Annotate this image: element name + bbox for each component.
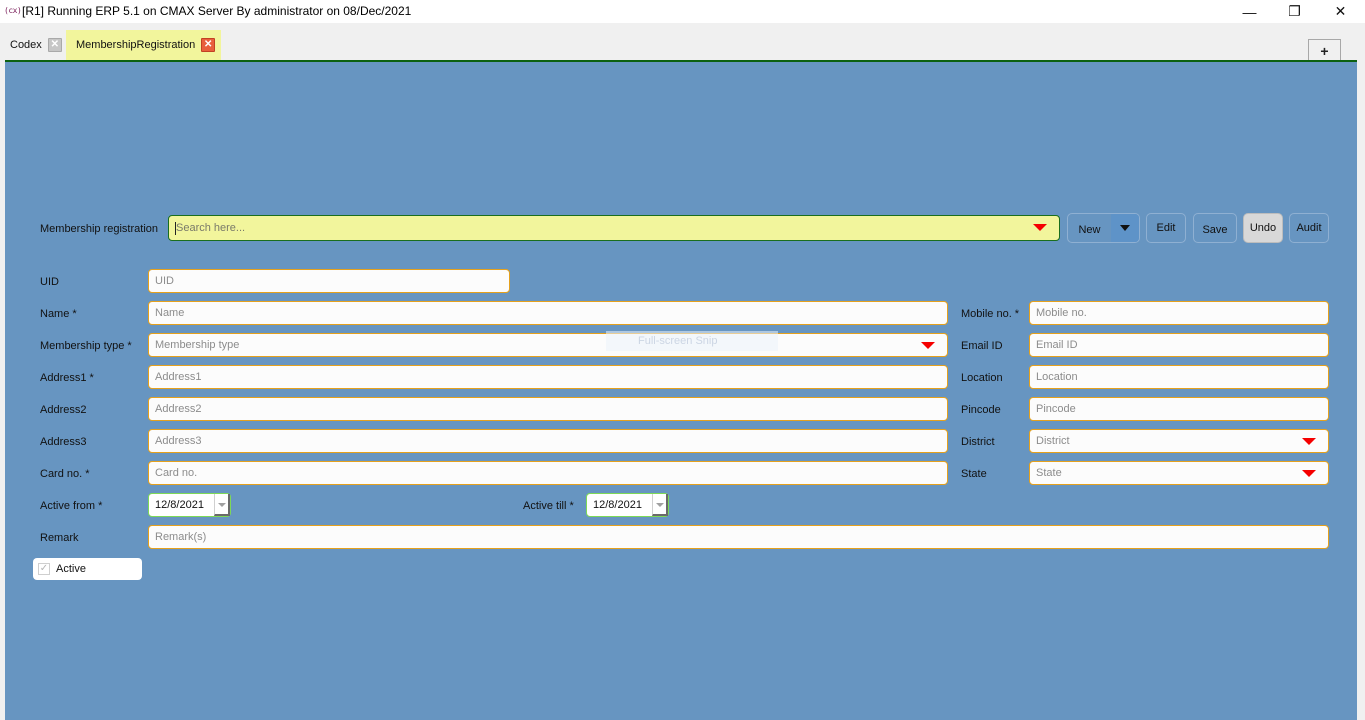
close-icon[interactable]: ✕ [201,38,216,52]
active-from-date-picker[interactable]: 12/8/2021 [148,493,231,517]
address3-input[interactable]: Address3 [148,429,948,453]
remark-input[interactable]: Remark(s) [148,525,1329,549]
active-till-value: 12/8/2021 [593,499,642,511]
minimize-button[interactable]: — [1227,0,1272,23]
app-icon: (cx) [4,6,22,15]
active-checkbox[interactable]: ✓ Active [33,558,142,580]
district-placeholder: District [1036,435,1070,447]
address1-input[interactable]: Address1 [148,365,948,389]
name-input[interactable]: Name [148,301,948,325]
mobile-no-placeholder: Mobile no. [1036,307,1087,319]
date-dropdown-button[interactable] [652,494,668,516]
location-label: Location [961,372,1003,384]
dropdown-caret-icon[interactable] [921,342,935,349]
membership-type-placeholder: Membership type [155,339,240,351]
active-from-value: 12/8/2021 [155,499,204,511]
uid-label: UID [40,276,59,288]
remark-label: Remark [40,532,79,544]
name-placeholder: Name [155,307,185,319]
uid-input[interactable]: UID [148,269,510,293]
address2-placeholder: Address2 [155,403,202,415]
address1-placeholder: Address1 [155,371,202,383]
name-label: Name * [40,308,77,320]
state-label: State [961,468,987,480]
restore-icon: ❐ [1288,3,1301,19]
tab-membership-registration[interactable]: MembershipRegistration ✕ [66,30,222,60]
snip-label: Full-screen Snip [638,335,718,347]
plus-icon: + [1320,42,1329,59]
restore-button[interactable]: ❐ [1272,0,1317,23]
new-dropdown-button[interactable] [1111,214,1139,242]
undo-button[interactable]: Undo [1243,213,1283,243]
card-no-input[interactable]: Card no. [148,461,948,485]
pincode-placeholder: Pincode [1036,403,1076,415]
pincode-label: Pincode [961,404,1001,416]
active-from-label: Active from * [40,500,103,512]
email-id-label: Email ID [961,340,1003,352]
dropdown-caret-icon[interactable] [1302,438,1316,445]
close-icon: ✕ [1334,3,1347,19]
chevron-down-icon [218,503,226,507]
new-label: New [1078,223,1101,236]
undo-label: Undo [1249,222,1277,234]
close-window-button[interactable]: ✕ [1318,0,1363,23]
state-placeholder: State [1036,467,1062,479]
address1-label: Address1 * [40,372,94,384]
title-bar: (cx) [R1] Running ERP 5.1 on CMAX Server… [0,0,1365,23]
edit-label: Edit [1156,222,1176,234]
save-button[interactable]: Save [1193,213,1237,243]
email-id-input[interactable]: Email ID [1029,333,1329,357]
state-select[interactable]: State [1029,461,1329,485]
snip-overlay: Full-screen Snip [606,331,778,351]
pincode-input[interactable]: Pincode [1029,397,1329,421]
email-id-placeholder: Email ID [1036,339,1078,351]
close-icon[interactable]: ✕ [47,38,62,52]
minimize-icon: — [1242,3,1257,20]
district-label: District [961,436,995,448]
active-checkbox-label: Active [56,563,86,575]
membership-type-select[interactable]: Membership type [148,333,948,357]
tab-codex[interactable]: Codex ✕ [0,30,68,60]
address3-label: Address3 [40,436,87,448]
window-title: [R1] Running ERP 5.1 on CMAX Server By a… [22,4,412,18]
search-placeholder: Search here... [176,222,246,234]
search-input[interactable]: Search here... [168,215,1060,241]
remark-placeholder: Remark(s) [155,531,207,543]
address2-label: Address2 [40,404,87,416]
date-dropdown-button[interactable] [214,494,230,516]
search-label: Membership registration [40,223,158,235]
audit-button[interactable]: Audit [1289,213,1329,243]
address2-input[interactable]: Address2 [148,397,948,421]
tab-bar: Codex ✕ MembershipRegistration ✕ [0,23,1365,60]
new-split-button[interactable]: New [1067,213,1140,243]
audit-label: Audit [1296,222,1322,234]
active-till-label: Active till * [523,500,574,512]
location-placeholder: Location [1036,371,1078,383]
active-till-date-picker[interactable]: 12/8/2021 [586,493,669,517]
form-panel: Membership registration Search here... N… [5,60,1357,720]
mobile-no-label: Mobile no. * [961,308,1020,320]
card-no-placeholder: Card no. [155,467,198,479]
checkmark-icon[interactable]: ✓ [38,563,50,575]
tab-label: Codex [10,39,42,51]
membership-type-label: Membership type * [40,340,132,352]
card-no-label: Card no. * [40,468,90,480]
new-button[interactable]: New [1068,214,1111,242]
address3-placeholder: Address3 [155,435,202,447]
dropdown-caret-icon[interactable] [1302,470,1316,477]
chevron-down-icon [1120,225,1130,231]
tab-label: MembershipRegistration [76,39,196,51]
dropdown-caret-icon[interactable] [1033,224,1047,231]
new-tab-button[interactable]: + [1308,39,1341,61]
save-label: Save [1202,223,1228,236]
mobile-no-input[interactable]: Mobile no. [1029,301,1329,325]
location-input[interactable]: Location [1029,365,1329,389]
district-select[interactable]: District [1029,429,1329,453]
uid-placeholder: UID [155,275,174,287]
edit-button[interactable]: Edit [1146,213,1186,243]
chevron-down-icon [656,503,664,507]
